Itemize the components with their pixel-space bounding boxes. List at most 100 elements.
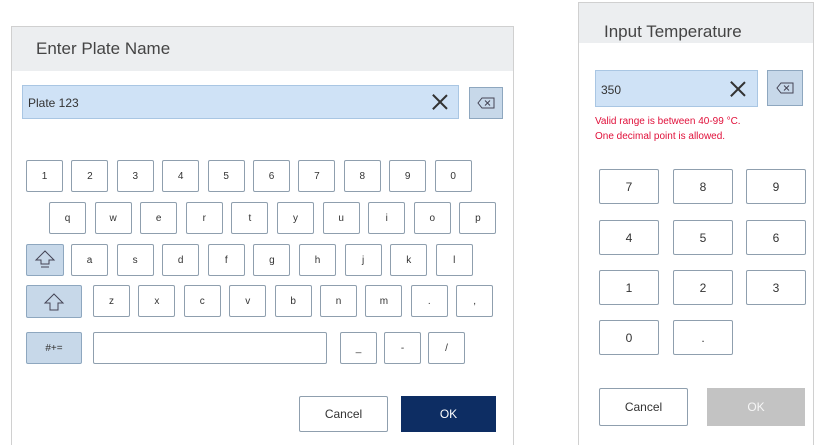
key[interactable]: 1 (26, 160, 63, 192)
key[interactable]: f (207, 244, 245, 276)
key-label: , (473, 295, 477, 307)
key[interactable]: g (253, 244, 291, 276)
key[interactable]: q (49, 202, 86, 234)
numpad-key[interactable]: 3 (746, 270, 806, 305)
dialog-title: Input Temperature (604, 22, 742, 41)
cancel-button[interactable]: Cancel (299, 396, 388, 432)
key[interactable]: s (116, 244, 154, 276)
key-label: n (335, 295, 342, 307)
key[interactable]: k (390, 244, 428, 276)
plate-name-dialog: Enter Plate Name Plate 123 1 2 3 4 5 6 7 8 9 0 q w e… (11, 26, 514, 445)
cancel-button-label: Cancel (624, 400, 663, 414)
key[interactable]: e (140, 202, 178, 234)
key[interactable]: l (435, 244, 473, 276)
key-label: 0 (450, 170, 456, 182)
numpad-key[interactable]: 5 (673, 220, 733, 255)
key[interactable]: p (459, 202, 497, 234)
key[interactable]: 2 (71, 160, 109, 192)
ok-button[interactable]: OK (707, 388, 805, 426)
numpad-key[interactable]: 2 (673, 270, 733, 305)
key-label: . (427, 295, 431, 307)
key[interactable]: 5 (207, 160, 245, 192)
backspace-button[interactable] (469, 87, 503, 119)
key[interactable]: b (274, 285, 312, 317)
cancel-button-label: Cancel (324, 407, 363, 421)
key-label: g (269, 254, 275, 266)
key-label: t (248, 212, 252, 224)
key[interactable]: y (277, 202, 314, 234)
key[interactable]: / (428, 332, 465, 364)
numpad-key-label: 9 (772, 179, 780, 194)
input-value: Plate 123 (28, 96, 79, 110)
space-bar[interactable] (93, 332, 327, 364)
ok-button[interactable]: OK (401, 396, 496, 432)
dialog-title: Enter Plate Name (36, 39, 171, 58)
key[interactable]: 4 (162, 160, 200, 192)
key-label: e (155, 212, 162, 224)
key-label: a (86, 254, 93, 266)
close-icon[interactable] (432, 94, 448, 110)
key[interactable]: z (93, 285, 130, 317)
key[interactable]: m (365, 285, 403, 317)
key[interactable]: n (320, 285, 357, 317)
key[interactable]: h (299, 244, 336, 276)
numpad-key[interactable]: 9 (746, 169, 806, 204)
key[interactable]: 3 (116, 160, 154, 192)
key[interactable]: . (410, 285, 448, 317)
key[interactable]: c (183, 285, 221, 317)
key[interactable]: x (138, 285, 176, 317)
dialog-header: Enter Plate Name (12, 27, 513, 71)
key[interactable]: i (368, 202, 406, 234)
numpad-key-label: 7 (625, 179, 633, 194)
key[interactable]: 7 (298, 160, 336, 192)
close-icon[interactable] (730, 81, 746, 97)
key-label: h (314, 254, 321, 266)
numpad-key[interactable]: 8 (673, 169, 733, 204)
numpad-key-label: 0 (625, 330, 633, 345)
key-label: 8 (359, 170, 366, 182)
numpad-key[interactable]: 1 (599, 270, 659, 305)
numpad-key[interactable]: 0 (599, 320, 659, 355)
key[interactable]: r (185, 202, 223, 234)
key-label: p (475, 212, 481, 224)
key[interactable]: 9 (389, 160, 427, 192)
ok-button-label: OK (747, 400, 765, 414)
numpad-key[interactable]: 4 (599, 220, 659, 255)
numpad-key[interactable]: 6 (746, 220, 806, 255)
key-label: u (338, 212, 344, 224)
numpad-key-label: . (701, 330, 705, 345)
key[interactable]: _ (340, 332, 377, 364)
key[interactable]: - (384, 332, 421, 364)
key-label: r (202, 212, 206, 224)
key-label: w (109, 212, 117, 224)
key-label: 9 (404, 170, 411, 182)
error-message-decimal: One decimal point is allowed. (595, 131, 726, 142)
key[interactable]: u (322, 202, 360, 234)
shift-key[interactable] (26, 285, 82, 318)
key[interactable]: 0 (434, 160, 472, 192)
key[interactable]: 8 (343, 160, 381, 192)
key[interactable]: w (94, 202, 132, 234)
shift-icon (43, 292, 65, 310)
key-label: 4 (177, 170, 184, 182)
numpad-key[interactable]: . (673, 320, 733, 355)
key[interactable]: 6 (253, 160, 290, 192)
key[interactable]: d (162, 244, 200, 276)
key-label: m (379, 295, 389, 307)
temperature-input[interactable]: 350 (595, 70, 758, 107)
key[interactable]: , (456, 285, 494, 317)
caps-lock-key[interactable] (26, 244, 64, 276)
key[interactable]: t (231, 202, 269, 234)
plate-name-input[interactable]: Plate 123 (22, 85, 459, 119)
key[interactable]: o (413, 202, 451, 234)
numpad-key-label: 2 (699, 280, 707, 295)
cancel-button[interactable]: Cancel (599, 388, 688, 426)
key-label: / (445, 342, 448, 354)
error-message-range: Valid range is between 40-99 °C. (595, 116, 741, 127)
key[interactable]: j (344, 244, 382, 276)
key[interactable]: a (71, 244, 108, 276)
numpad-key[interactable]: 7 (599, 169, 659, 204)
backspace-button[interactable] (767, 70, 803, 106)
symbols-key[interactable]: #+= (26, 332, 82, 364)
key[interactable]: v (229, 285, 267, 317)
